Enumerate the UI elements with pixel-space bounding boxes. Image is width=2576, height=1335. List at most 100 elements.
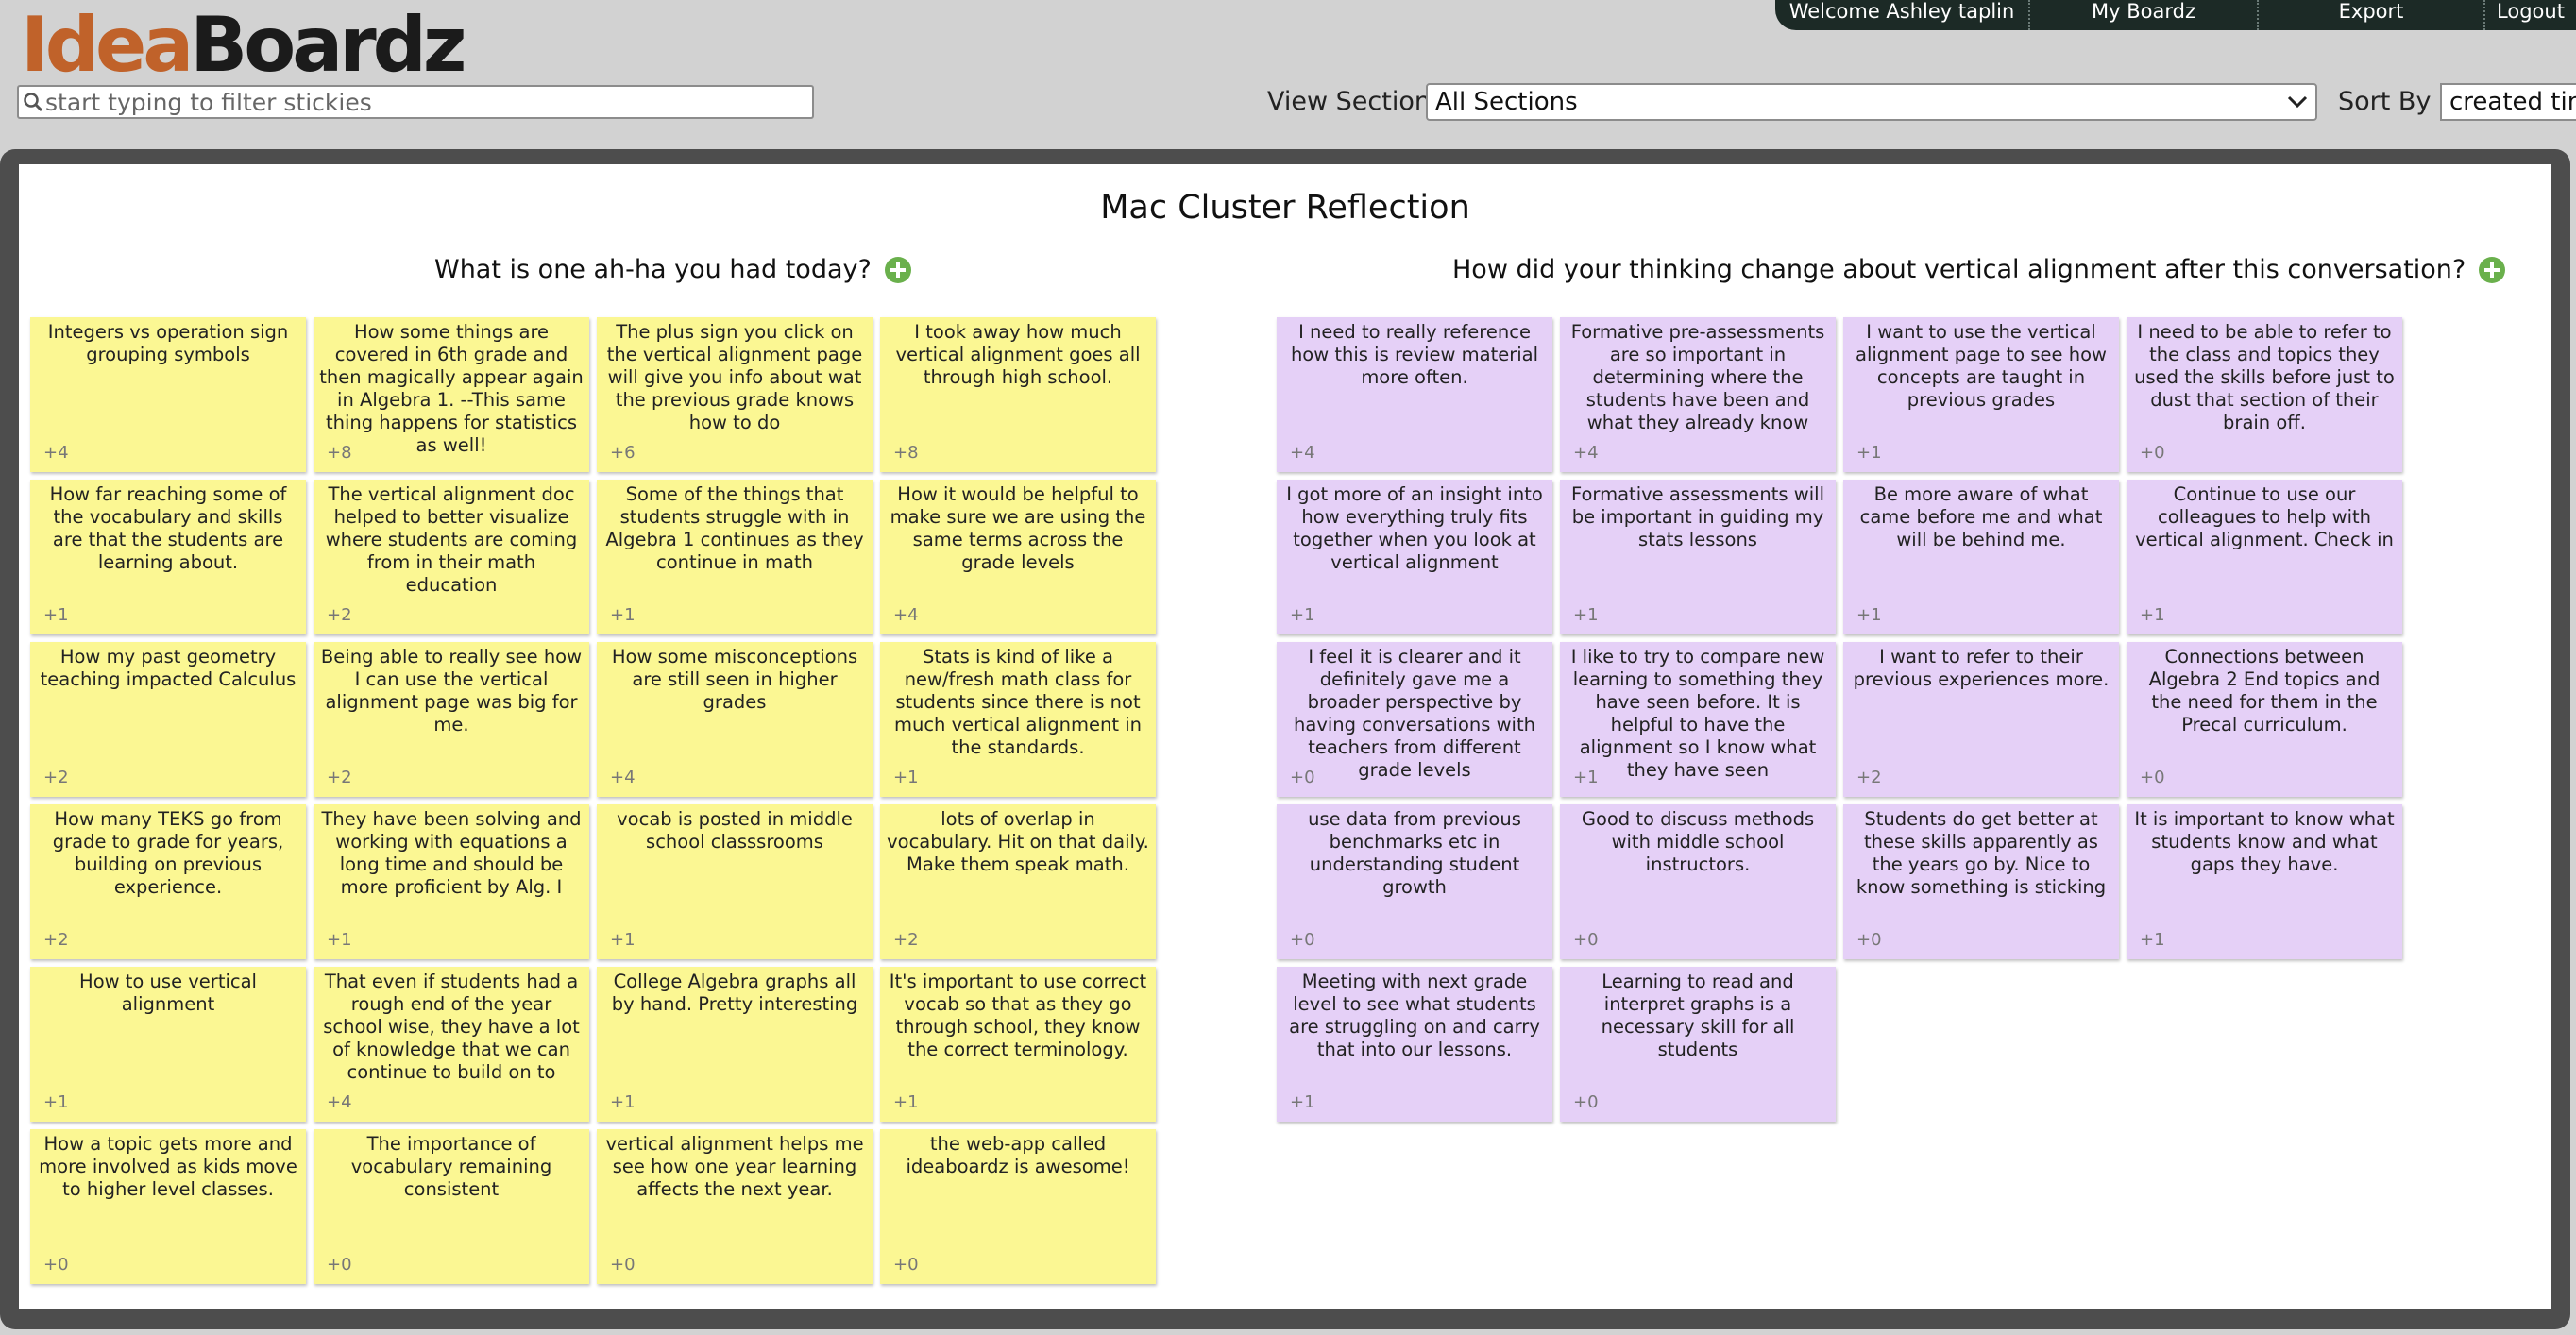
add-sticky-icon[interactable]: [884, 256, 911, 283]
sticky-note[interactable]: I got more of an insight into how everyt…: [1277, 480, 1552, 634]
sticky-note[interactable]: Formative pre-assessments are so importa…: [1560, 317, 1836, 472]
sticky-note[interactable]: Students do get better at these skills a…: [1843, 804, 2119, 959]
sticky-text: Formative pre-assessments are so importa…: [1570, 321, 1825, 433]
sticky-note[interactable]: Meeting with next grade level to see wha…: [1277, 967, 1552, 1122]
sticky-note[interactable]: The importance of vocabulary remaining c…: [314, 1129, 589, 1284]
sticky-note[interactable]: How some misconceptions are still seen i…: [597, 642, 873, 797]
view-section-dropdown[interactable]: All Sections: [1426, 83, 2317, 121]
sticky-note[interactable]: I took away how much vertical alignment …: [880, 317, 1156, 472]
vote-count[interactable]: +8: [893, 443, 919, 463]
vote-count[interactable]: +0: [1573, 1092, 1599, 1112]
sticky-note[interactable]: Stats is kind of like a new/fresh math c…: [880, 642, 1156, 797]
sticky-note[interactable]: How my past geometry teaching impacted C…: [30, 642, 306, 797]
vote-count[interactable]: +0: [1290, 768, 1315, 787]
vote-count[interactable]: +1: [1290, 1092, 1315, 1112]
vote-count[interactable]: +1: [327, 930, 352, 950]
vote-count[interactable]: +2: [327, 605, 352, 625]
vote-count[interactable]: +2: [893, 930, 919, 950]
sticky-text: vocab is posted in middle school classsr…: [617, 808, 853, 853]
sticky-note[interactable]: How a topic gets more and more involved …: [30, 1129, 306, 1284]
sticky-note[interactable]: Being able to really see how I can use t…: [314, 642, 589, 797]
vote-count[interactable]: +4: [1290, 443, 1315, 463]
sticky-note[interactable]: Good to discuss methods with middle scho…: [1560, 804, 1836, 959]
sticky-note[interactable]: The plus sign you click on the vertical …: [597, 317, 873, 472]
sticky-note[interactable]: Be more aware of what came before me and…: [1843, 480, 2119, 634]
vote-count[interactable]: +2: [1856, 768, 1882, 787]
vote-count[interactable]: +1: [2140, 930, 2165, 950]
sticky-text: Connections between Algebra 2 End topics…: [2148, 646, 2381, 735]
sticky-note[interactable]: Some of the things that students struggl…: [597, 480, 873, 634]
sticky-note[interactable]: I feel it is clearer and it definitely g…: [1277, 642, 1552, 797]
vote-count[interactable]: +0: [1290, 930, 1315, 950]
sticky-note[interactable]: College Algebra graphs all by hand. Pret…: [597, 967, 873, 1122]
vote-count[interactable]: +4: [43, 443, 69, 463]
sticky-note[interactable]: How many TEKS go from grade to grade for…: [30, 804, 306, 959]
sticky-note[interactable]: That even if students had a rough end of…: [314, 967, 589, 1122]
vote-count[interactable]: +1: [1573, 605, 1599, 625]
vote-count[interactable]: +1: [1856, 443, 1882, 463]
sticky-note[interactable]: lots of overlap in vocabulary. Hit on th…: [880, 804, 1156, 959]
sticky-note[interactable]: How some things are covered in 6th grade…: [314, 317, 589, 472]
sticky-note[interactable]: I need to be able to refer to the class …: [2127, 317, 2402, 472]
sticky-note[interactable]: I want to use the vertical alignment pag…: [1843, 317, 2119, 472]
export-link[interactable]: Export: [2259, 0, 2485, 30]
sticky-note[interactable]: How to use vertical alignment +1: [30, 967, 306, 1122]
sticky-note[interactable]: Connections between Algebra 2 End topics…: [2127, 642, 2402, 797]
vote-count[interactable]: +8: [327, 443, 352, 463]
vote-count[interactable]: +0: [2140, 768, 2165, 787]
sticky-note[interactable]: Integers vs operation sign grouping symb…: [30, 317, 306, 472]
vote-count[interactable]: +1: [2140, 605, 2165, 625]
sticky-note[interactable]: Formative assessments will be important …: [1560, 480, 1836, 634]
sticky-note[interactable]: I want to refer to their previous experi…: [1843, 642, 2119, 797]
sticky-note[interactable]: How far reaching some of the vocabulary …: [30, 480, 306, 634]
vote-count[interactable]: +0: [43, 1255, 69, 1275]
vote-count[interactable]: +2: [43, 768, 69, 787]
vote-count[interactable]: +0: [327, 1255, 352, 1275]
vote-count[interactable]: +6: [610, 443, 636, 463]
vote-count[interactable]: +1: [893, 1092, 919, 1112]
vote-count[interactable]: +1: [610, 1092, 636, 1112]
sticky-text: They have been solving and working with …: [321, 808, 582, 898]
logout-link[interactable]: Logout: [2485, 0, 2576, 30]
sticky-note[interactable]: vocab is posted in middle school classsr…: [597, 804, 873, 959]
vote-count[interactable]: +4: [610, 768, 636, 787]
sticky-note[interactable]: It's important to use correct vocab so t…: [880, 967, 1156, 1122]
sticky-note[interactable]: Learning to read and interpret graphs is…: [1560, 967, 1836, 1122]
vote-count[interactable]: +4: [327, 1092, 352, 1112]
vote-count[interactable]: +1: [1856, 605, 1882, 625]
sticky-note[interactable]: They have been solving and working with …: [314, 804, 589, 959]
vote-count[interactable]: +1: [43, 1092, 69, 1112]
sticky-text: College Algebra graphs all by hand. Pret…: [611, 971, 858, 1015]
sticky-note[interactable]: use data from previous benchmarks etc in…: [1277, 804, 1552, 959]
vote-count[interactable]: +4: [893, 605, 919, 625]
vote-count[interactable]: +0: [1856, 930, 1882, 950]
board-title: Mac Cluster Reflection: [1100, 189, 1470, 227]
sticky-note[interactable]: I need to really reference how this is r…: [1277, 317, 1552, 472]
vote-count[interactable]: +1: [1290, 605, 1315, 625]
vote-count[interactable]: +1: [43, 605, 69, 625]
vote-count[interactable]: +4: [1573, 443, 1599, 463]
vote-count[interactable]: +0: [2140, 443, 2165, 463]
filter-stickies-input[interactable]: [43, 88, 803, 116]
vote-count[interactable]: +1: [893, 768, 919, 787]
vote-count[interactable]: +2: [43, 930, 69, 950]
sticky-note[interactable]: the web-app called ideaboardz is awesome…: [880, 1129, 1156, 1284]
vote-count[interactable]: +2: [327, 768, 352, 787]
sticky-note[interactable]: How it would be helpful to make sure we …: [880, 480, 1156, 634]
sticky-note[interactable]: It is important to know what students kn…: [2127, 804, 2402, 959]
filter-search-box[interactable]: [17, 85, 814, 119]
vote-count[interactable]: +1: [1573, 768, 1599, 787]
vote-count[interactable]: +0: [1573, 930, 1599, 950]
ideaboardz-logo[interactable]: IdeaBoardz: [21, 6, 466, 85]
vote-count[interactable]: +1: [610, 605, 636, 625]
my-boardz-link[interactable]: My Boardz: [2030, 0, 2259, 30]
sticky-note[interactable]: I like to try to compare new learning to…: [1560, 642, 1836, 797]
sticky-note[interactable]: vertical alignment helps me see how one …: [597, 1129, 873, 1284]
vote-count[interactable]: +1: [610, 930, 636, 950]
sticky-note[interactable]: The vertical alignment doc helped to bet…: [314, 480, 589, 634]
add-sticky-icon[interactable]: [2479, 256, 2506, 283]
sort-by-dropdown[interactable]: created time: [2440, 83, 2576, 121]
sticky-note[interactable]: Continue to use our colleagues to help w…: [2127, 480, 2402, 634]
vote-count[interactable]: +0: [610, 1255, 636, 1275]
vote-count[interactable]: +0: [893, 1255, 919, 1275]
